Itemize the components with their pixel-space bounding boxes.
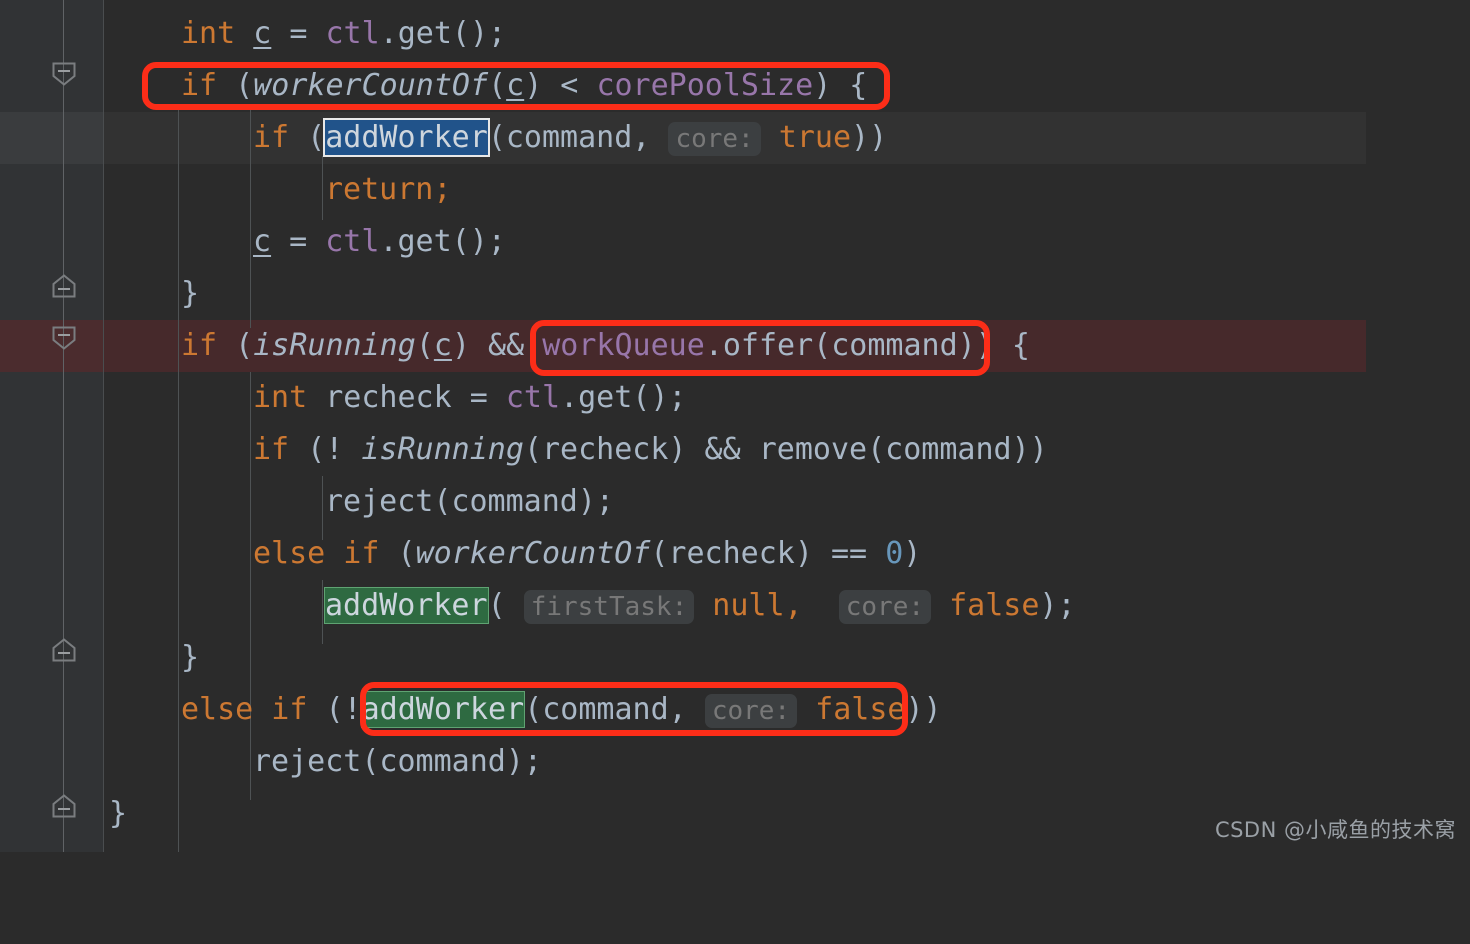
fold-stem-line (63, 0, 64, 852)
code-line-5[interactable]: } (104, 268, 1470, 320)
var-c: c (253, 224, 272, 259)
keyword-else: else (181, 692, 254, 727)
csdn-watermark: CSDN @小咸鱼的技术窝 (1214, 818, 1456, 842)
remove-call: (recheck) && remove(command)) (523, 432, 1048, 467)
closing-brace: } (109, 796, 128, 831)
literal-false: false (815, 692, 906, 727)
var-c-arg: c (433, 328, 452, 363)
keyword-int: int (181, 16, 236, 51)
code-line-12[interactable]: } (104, 632, 1470, 684)
code-line-2[interactable]: if (addWorker(command, core: true)) (104, 112, 1470, 164)
code-content[interactable]: int c = ctl.get(); if (workerCountOf(c) … (104, 0, 1470, 852)
search-match-add-worker-1[interactable]: addWorker (324, 587, 489, 624)
closing-brace: } (181, 276, 200, 311)
call-reject: reject(command); (253, 744, 542, 779)
call-get: .get(); (379, 224, 506, 259)
code-line-3[interactable]: return; (104, 164, 1470, 216)
code-line-8[interactable]: if (! isRunning(recheck) && remove(comma… (104, 424, 1470, 476)
literal-null: null, (712, 588, 803, 623)
code-line-14[interactable]: reject(command); (104, 736, 1470, 788)
var-c: c (253, 16, 272, 51)
call-get: .get(); (379, 16, 507, 51)
fold-marker-end-2[interactable] (51, 637, 77, 663)
selection-add-worker[interactable]: addWorker (323, 118, 490, 157)
var-c-arg: c (506, 68, 525, 103)
code-line-13[interactable]: else if (!addWorker(command, core: false… (104, 684, 1470, 736)
call-offer: .offer(command)) (704, 328, 994, 363)
closing-brace: } (181, 640, 200, 675)
method-workerCountOf: workerCountOf (253, 68, 489, 103)
search-match-add-worker-2[interactable]: addWorker (360, 691, 526, 728)
fold-marker-collapse-1[interactable] (51, 61, 77, 87)
field-workQueue: workQueue (542, 328, 705, 363)
fold-marker-end-1[interactable] (51, 273, 77, 299)
literal-true: true (778, 120, 852, 155)
code-line-4[interactable]: c = ctl.get(); (104, 216, 1470, 268)
method-isRunning: isRunning (253, 328, 416, 363)
keyword-if: if (325, 536, 380, 571)
param-hint-firstTask: firstTask: (523, 590, 695, 624)
code-line-7[interactable]: int recheck = ctl.get(); (104, 372, 1470, 424)
param-hint-core: core: (668, 122, 761, 156)
literal-false: false (949, 588, 1040, 623)
field-ctl: ctl (325, 16, 380, 51)
gutter-caret-line (0, 112, 104, 164)
param-hint-core: core: (838, 590, 932, 624)
call-get: .get(); (560, 380, 687, 415)
param-hint-core: core: (704, 694, 798, 728)
code-line-1[interactable]: if (workerCountOf(c) < corePoolSize) { (104, 60, 1470, 112)
code-line-10[interactable]: else if (workerCountOf(recheck) == 0) (104, 528, 1470, 580)
keyword-if: if (181, 68, 218, 103)
method-workerCountOf: workerCountOf (415, 536, 651, 571)
code-line-6[interactable]: if (isRunning(c) && workQueue.offer(comm… (104, 320, 1470, 372)
keyword-int: int (253, 380, 308, 415)
keyword-if: if (181, 328, 218, 363)
fold-marker-collapse-2[interactable] (51, 325, 77, 351)
keyword-if: if (253, 692, 308, 727)
method-isRunning: isRunning (361, 432, 524, 467)
code-line-9[interactable]: reject(command); (104, 476, 1470, 528)
keyword-return: return; (325, 172, 452, 207)
code-editor[interactable]: int c = ctl.get(); if (workerCountOf(c) … (0, 0, 1470, 852)
keyword-if: if (253, 120, 290, 155)
field-ctl: ctl (505, 380, 561, 415)
code-line-0[interactable]: int c = ctl.get(); (104, 8, 1470, 60)
editor-gutter[interactable] (0, 0, 104, 852)
keyword-if: if (253, 432, 290, 467)
fold-marker-end-3[interactable] (51, 793, 77, 819)
code-line-11[interactable]: addWorker( firstTask: null, core: false)… (104, 580, 1470, 632)
keyword-else: else (253, 536, 326, 571)
field-corePoolSize: corePoolSize (596, 68, 814, 103)
call-reject: reject(command); (325, 484, 614, 519)
field-ctl: ctl (325, 224, 380, 259)
number-zero: 0 (885, 536, 904, 571)
